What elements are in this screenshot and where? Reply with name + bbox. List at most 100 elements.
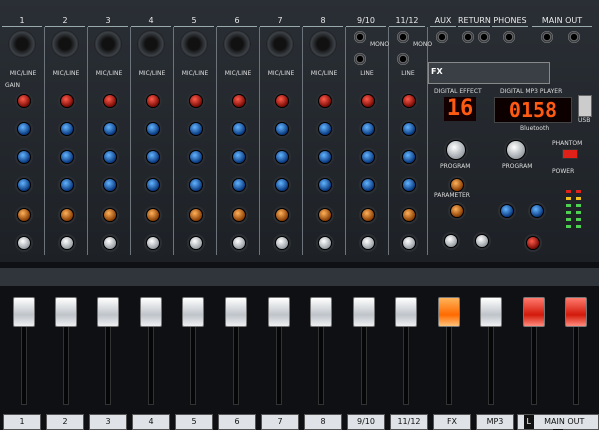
- xlr-input-jack[interactable]: [8, 30, 36, 58]
- gain-knob[interactable]: [103, 94, 117, 108]
- mid-eq-knob[interactable]: [318, 150, 332, 164]
- line-input-jack-right[interactable]: [354, 53, 366, 65]
- aux-fx-knob[interactable]: [60, 208, 74, 222]
- fader-main-left[interactable]: [523, 297, 545, 327]
- fx-return-knob[interactable]: [450, 204, 464, 218]
- low-eq-knob[interactable]: [318, 178, 332, 192]
- pan-knob[interactable]: [402, 236, 416, 250]
- fader-11-12[interactable]: [395, 297, 417, 327]
- aux-fx-knob[interactable]: [275, 208, 289, 222]
- pan-knob[interactable]: [146, 236, 160, 250]
- mid-eq-knob[interactable]: [60, 150, 74, 164]
- hi-eq-knob[interactable]: [232, 122, 246, 136]
- xlr-input-jack[interactable]: [180, 30, 208, 58]
- xlr-input-jack[interactable]: [137, 30, 165, 58]
- main-out-jack-right[interactable]: [568, 31, 580, 43]
- aux-fx-knob[interactable]: [232, 208, 246, 222]
- fader-2[interactable]: [55, 297, 77, 327]
- mid-eq-knob[interactable]: [146, 150, 160, 164]
- return-knob[interactable]: [475, 234, 489, 248]
- gain-knob[interactable]: [361, 94, 375, 108]
- mp3-program-knob[interactable]: [506, 140, 526, 160]
- aux-fx-knob[interactable]: [189, 208, 203, 222]
- aux-fx-knob[interactable]: [402, 208, 416, 222]
- fader-fx[interactable]: [438, 297, 460, 327]
- mid-eq-knob[interactable]: [17, 150, 31, 164]
- fader-3[interactable]: [97, 297, 119, 327]
- fader-mp3[interactable]: [480, 297, 502, 327]
- hi-eq-knob[interactable]: [189, 122, 203, 136]
- aux-fx-knob[interactable]: [318, 208, 332, 222]
- hi-eq-knob[interactable]: [361, 122, 375, 136]
- xlr-input-jack[interactable]: [223, 30, 251, 58]
- low-eq-knob[interactable]: [146, 178, 160, 192]
- xlr-input-jack[interactable]: [94, 30, 122, 58]
- fader-7[interactable]: [268, 297, 290, 327]
- pan-knob[interactable]: [60, 236, 74, 250]
- gain-knob[interactable]: [402, 94, 416, 108]
- low-eq-knob[interactable]: [60, 178, 74, 192]
- fader-4[interactable]: [140, 297, 162, 327]
- line-input-jack-right[interactable]: [397, 53, 409, 65]
- low-eq-knob[interactable]: [275, 178, 289, 192]
- low-eq-knob[interactable]: [189, 178, 203, 192]
- aux-fx-knob[interactable]: [17, 208, 31, 222]
- gain-knob[interactable]: [189, 94, 203, 108]
- line-input-jack-left[interactable]: [354, 31, 366, 43]
- low-eq-knob[interactable]: [361, 178, 375, 192]
- usb-port[interactable]: [578, 95, 592, 117]
- fader-8[interactable]: [310, 297, 332, 327]
- gain-knob[interactable]: [232, 94, 246, 108]
- low-eq-knob[interactable]: [103, 178, 117, 192]
- gain-knob[interactable]: [146, 94, 160, 108]
- fader-main-right[interactable]: [565, 297, 587, 327]
- gain-knob[interactable]: [275, 94, 289, 108]
- fader-9-10[interactable]: [353, 297, 375, 327]
- low-eq-knob[interactable]: [17, 178, 31, 192]
- fader-5[interactable]: [182, 297, 204, 327]
- fader-1[interactable]: [13, 297, 35, 327]
- low-eq-knob[interactable]: [232, 178, 246, 192]
- mid-eq-knob[interactable]: [232, 150, 246, 164]
- fader-6[interactable]: [225, 297, 247, 327]
- hi-eq-knob[interactable]: [146, 122, 160, 136]
- gain-knob[interactable]: [318, 94, 332, 108]
- aux-fx-knob[interactable]: [103, 208, 117, 222]
- phantom-switch[interactable]: [562, 149, 578, 159]
- pan-knob[interactable]: [318, 236, 332, 250]
- hi-eq-knob[interactable]: [60, 122, 74, 136]
- pan-knob[interactable]: [361, 236, 375, 250]
- mp3-level-knob-left[interactable]: [500, 204, 514, 218]
- hi-eq-knob[interactable]: [275, 122, 289, 136]
- xlr-input-jack[interactable]: [51, 30, 79, 58]
- fx-parameter-knob[interactable]: [450, 178, 464, 192]
- pan-knob[interactable]: [189, 236, 203, 250]
- mid-eq-knob[interactable]: [402, 150, 416, 164]
- pan-knob[interactable]: [17, 236, 31, 250]
- main-out-jack-left[interactable]: [541, 31, 553, 43]
- hi-eq-knob[interactable]: [103, 122, 117, 136]
- mid-eq-knob[interactable]: [361, 150, 375, 164]
- gain-knob[interactable]: [60, 94, 74, 108]
- aux-fx-knob[interactable]: [361, 208, 375, 222]
- phones-knob[interactable]: [526, 236, 540, 250]
- aux-send-knob[interactable]: [444, 234, 458, 248]
- line-input-jack-left[interactable]: [397, 31, 409, 43]
- hi-eq-knob[interactable]: [318, 122, 332, 136]
- low-eq-knob[interactable]: [402, 178, 416, 192]
- xlr-input-jack[interactable]: [266, 30, 294, 58]
- fx-program-knob[interactable]: [446, 140, 466, 160]
- mp3-level-knob-right[interactable]: [530, 204, 544, 218]
- hi-eq-knob[interactable]: [17, 122, 31, 136]
- return-jack-left[interactable]: [462, 31, 474, 43]
- mid-eq-knob[interactable]: [103, 150, 117, 164]
- mid-eq-knob[interactable]: [189, 150, 203, 164]
- mid-eq-knob[interactable]: [275, 150, 289, 164]
- aux-fx-knob[interactable]: [146, 208, 160, 222]
- xlr-input-jack[interactable]: [309, 30, 337, 58]
- pan-knob[interactable]: [103, 236, 117, 250]
- gain-knob[interactable]: [17, 94, 31, 108]
- return-jack-right[interactable]: [478, 31, 490, 43]
- pan-knob[interactable]: [275, 236, 289, 250]
- aux-out-jack[interactable]: [436, 31, 448, 43]
